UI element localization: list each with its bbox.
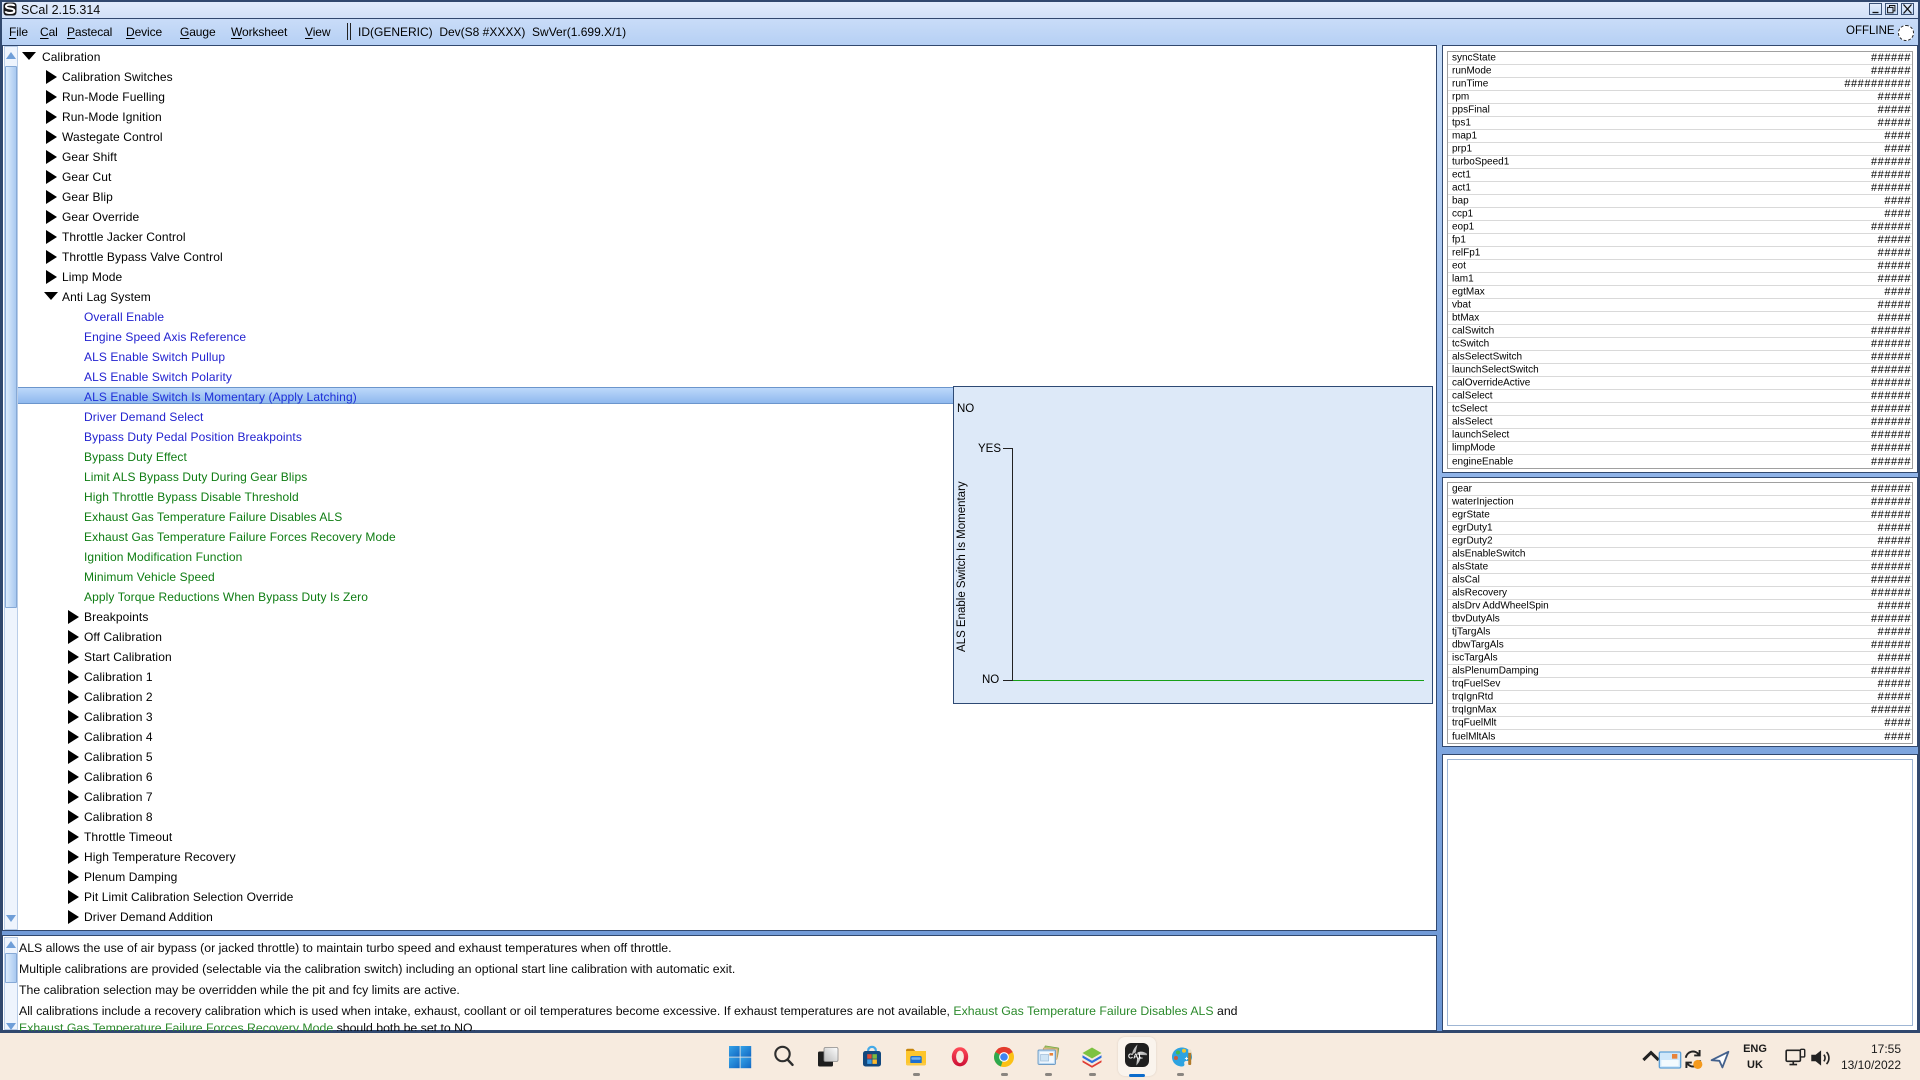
- svg-text:CAL: CAL: [1128, 1054, 1144, 1061]
